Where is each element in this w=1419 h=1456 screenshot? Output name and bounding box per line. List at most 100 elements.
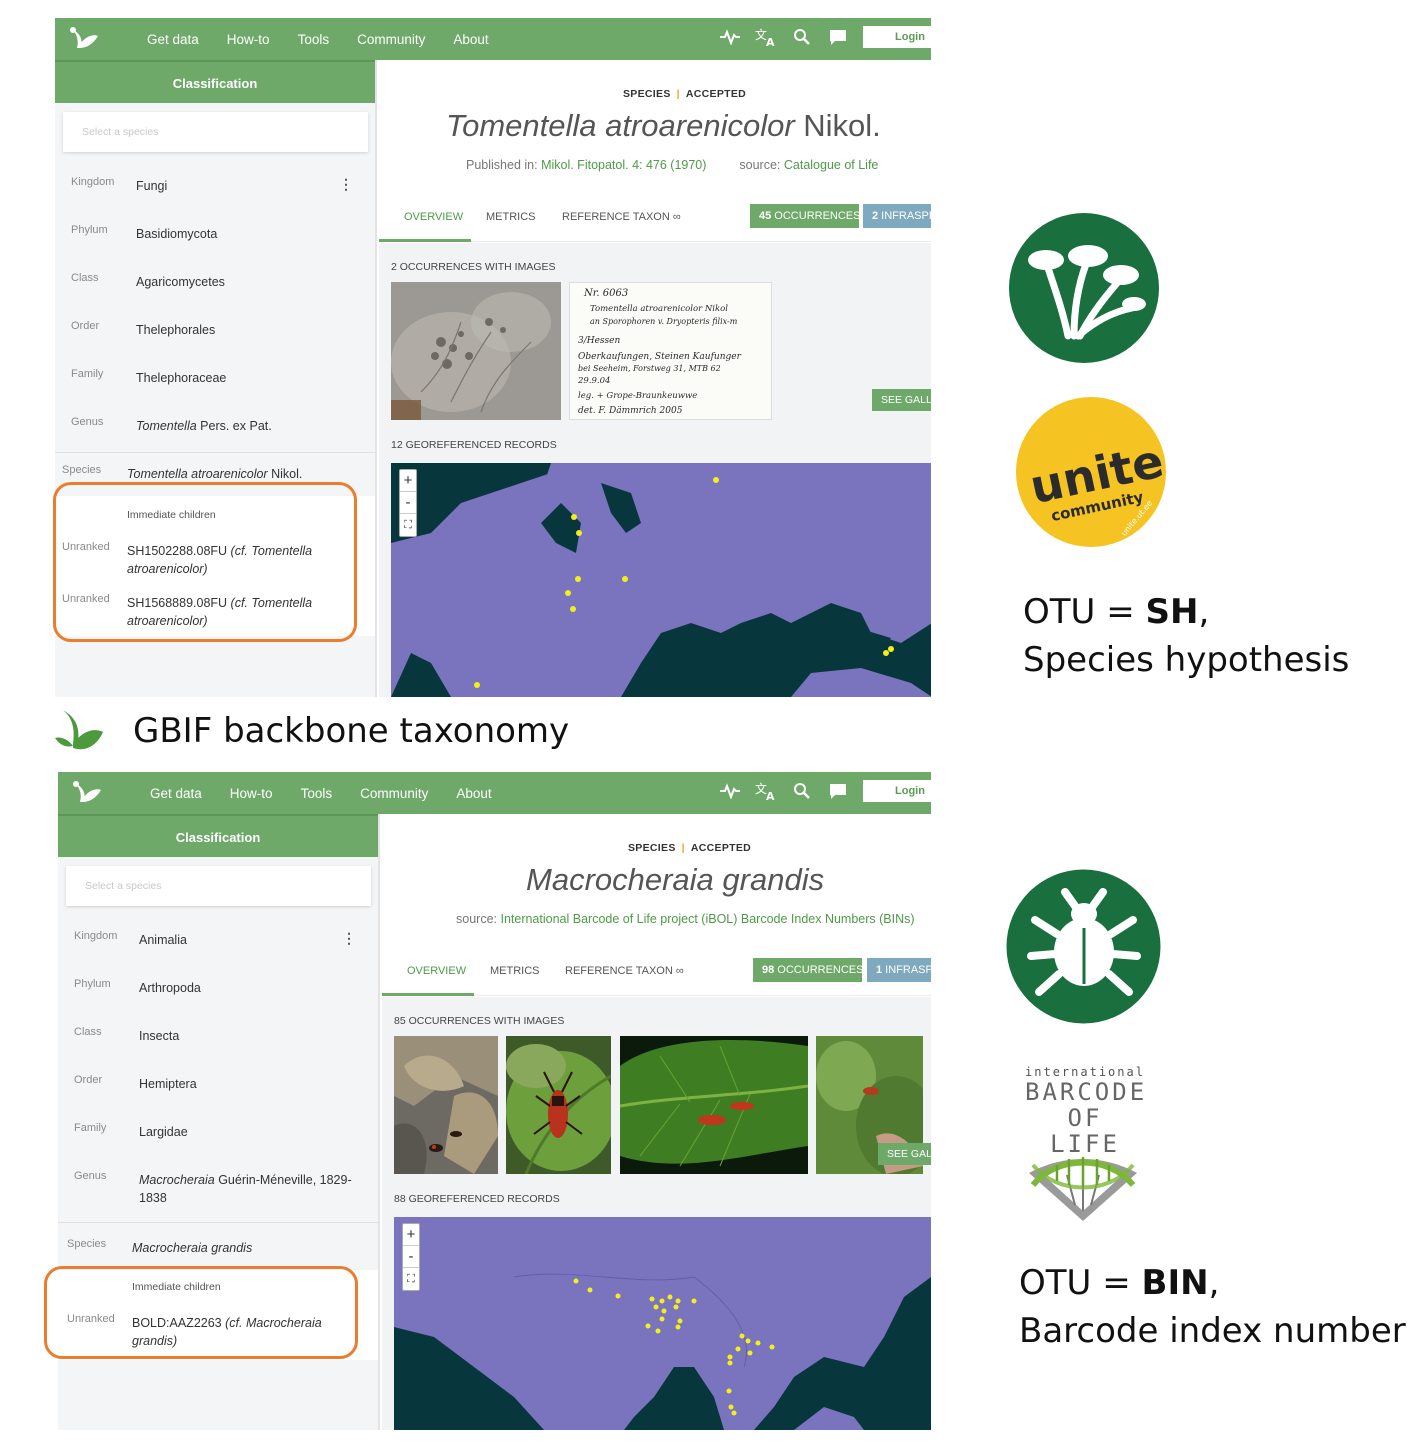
see-gallery-button[interactable]: SEE GALL [878, 1143, 931, 1165]
tab-metrics[interactable]: METRICS [486, 211, 536, 223]
nav-community[interactable]: Community [357, 32, 425, 47]
images-section-label: 2 OCCURRENCES WITH IMAGES [391, 261, 556, 273]
svg-text:Oberkaufungen, Steinen Kaufung: Oberkaufungen, Steinen Kaufunger [578, 352, 742, 362]
rank-label: Class [74, 1026, 102, 1038]
rank-value[interactable]: Agaricomycetes [136, 273, 366, 291]
infraspecies-button[interactable]: 1 INFRASP [867, 958, 931, 982]
unite-community-logo: unite community unite.ut.ee [1016, 397, 1167, 547]
gbif-navbar: Get data How-to Tools Community About 文A… [55, 18, 931, 60]
search-icon[interactable] [791, 780, 813, 802]
tab-reference-taxon[interactable]: REFERENCE TAXON ∞ [562, 211, 681, 223]
nav-get-data[interactable]: Get data [147, 32, 199, 47]
rank-value[interactable]: Arthropoda [139, 979, 369, 997]
species-search-input[interactable]: Select a species [63, 112, 368, 152]
species-main: SPECIES | ACCEPTED Macrocheraia grandis so… [382, 814, 931, 1430]
translate-icon[interactable]: 文A [755, 26, 777, 48]
rank-label: Kingdom [74, 930, 118, 942]
fullscreen-button[interactable]: ⛶ [400, 514, 416, 536]
more-options-icon[interactable]: ⋮ [342, 930, 356, 947]
activity-icon[interactable] [719, 780, 741, 802]
gbif-logo-icon[interactable] [68, 778, 102, 808]
rank-label: Class [71, 272, 99, 284]
nav-community[interactable]: Community [360, 786, 428, 801]
occurrence-image-1[interactable] [394, 1036, 498, 1174]
zoom-out-button[interactable]: - [400, 492, 416, 514]
svg-text:det. F. Dämmrich 2005: det. F. Dämmrich 2005 [578, 406, 683, 416]
source-link[interactable]: International Barcode of Life project (i… [500, 912, 914, 926]
species-title: Tomentella atroarenicolor Nikol. [446, 108, 881, 143]
activity-icon[interactable] [719, 26, 741, 48]
zoom-in-button[interactable]: + [400, 470, 416, 492]
gbif-navbar: Get data How-to Tools Community About 文A… [58, 772, 931, 814]
gbif-leaf-icon [55, 710, 103, 750]
search-icon[interactable] [791, 26, 813, 48]
fullscreen-button[interactable]: ⛶ [403, 1268, 419, 1290]
georeferenced-section-label: 12 GEOREFERENCED RECORDS [391, 439, 557, 451]
nav-how-to[interactable]: How-to [230, 786, 273, 801]
nav-about[interactable]: About [456, 786, 491, 801]
occurrence-image-2[interactable] [506, 1036, 611, 1174]
species-main: SPECIES | ACCEPTED Tomentella atroarenicol… [379, 60, 931, 697]
login-button[interactable]: Login [863, 780, 931, 802]
rank-value[interactable]: Macrocheraia grandis [132, 1239, 362, 1257]
nav-tools[interactable]: Tools [298, 32, 330, 47]
species-search-input[interactable]: Select a species [66, 866, 371, 906]
occurrence-map[interactable]: + - ⛶ [391, 463, 931, 697]
rank-value[interactable]: Insecta [139, 1027, 369, 1045]
rank-value[interactable]: Tomentella Pers. ex Pat. [136, 417, 366, 435]
insect-icon [1006, 869, 1161, 1024]
publication-link[interactable]: Mikol. Fitopatol. 4: 476 (1970) [541, 158, 706, 172]
zoom-in-button[interactable]: + [403, 1224, 419, 1246]
occurrences-button[interactable]: 45 OCCURRENCES [750, 204, 859, 228]
nav-get-data[interactable]: Get data [150, 786, 202, 801]
rank-value[interactable]: Tomentella atroarenicolor Nikol. [127, 465, 357, 483]
taxon-status: SPECIES | ACCEPTED [628, 842, 752, 854]
more-options-icon[interactable]: ⋮ [339, 176, 353, 193]
tab-reference-taxon[interactable]: REFERENCE TAXON ∞ [565, 965, 684, 977]
tab-metrics[interactable]: METRICS [490, 965, 540, 977]
classification-header: Classification [58, 814, 378, 857]
source-link[interactable]: Catalogue of Life [784, 158, 879, 172]
occurrence-image-specimen-label[interactable]: Nr. 6063 Tomentella atroarenicolor Nikol… [569, 282, 772, 420]
rank-label: Order [74, 1074, 103, 1086]
nav-how-to[interactable]: How-to [227, 32, 270, 47]
rank-value[interactable]: Thelephorales [136, 321, 366, 339]
georeferenced-section-label: 88 GEOREFERENCED RECORDS [394, 1193, 560, 1205]
nav-about[interactable]: About [453, 32, 488, 47]
rank-value[interactable]: Thelephoraceae [136, 369, 366, 387]
gbif-caption: GBIF backbone taxonomy [133, 711, 570, 751]
rank-label: Species [62, 464, 102, 476]
rank-value[interactable]: Hemiptera [139, 1075, 369, 1093]
rank-value[interactable]: Basidiomycota [136, 225, 366, 243]
rank-value[interactable]: Largidae [139, 1123, 369, 1141]
rank-value[interactable]: Macrocheraia Guérin-Méneville, 1829-1838 [139, 1171, 369, 1207]
infraspecies-button[interactable]: 2 INFRASPE [863, 204, 931, 228]
rank-value[interactable]: Fungi [136, 177, 366, 195]
translate-icon[interactable]: 文A [755, 780, 777, 802]
occurrences-button[interactable]: 98 OCCURRENCES [753, 958, 862, 982]
svg-text:29.9.04: 29.9.04 [577, 376, 610, 386]
chat-icon[interactable] [827, 780, 849, 802]
rank-value[interactable]: Animalia [139, 931, 369, 949]
occurrence-image-3[interactable] [620, 1036, 808, 1174]
images-section-label: 85 OCCURRENCES WITH IMAGES [394, 1015, 565, 1027]
login-button[interactable]: Login [863, 26, 931, 48]
species-tabs: OVERVIEW METRICS REFERENCE TAXON ∞ 98 OC… [382, 950, 931, 996]
zoom-out-button[interactable]: - [403, 1246, 419, 1268]
gbif-logo-icon[interactable] [65, 24, 99, 54]
map-zoom-controls: + - ⛶ [402, 1223, 420, 1291]
overview-content: 2 OCCURRENCES WITH IMAGES Nr. 6063 Tomen… [379, 243, 931, 697]
rank-label: Species [67, 1238, 107, 1250]
svg-text:leg. + Grope-Braunkeuwwe: leg. + Grope-Braunkeuwwe [578, 391, 697, 401]
see-gallery-button[interactable]: SEE GALLE [872, 389, 931, 411]
svg-text:A: A [766, 36, 775, 47]
nav-tools[interactable]: Tools [301, 786, 333, 801]
occurrence-map[interactable]: + - ⛶ [394, 1217, 931, 1430]
occurrence-image-microscope[interactable] [391, 282, 561, 420]
tab-overview[interactable]: OVERVIEW [404, 211, 463, 223]
tab-overview[interactable]: OVERVIEW [407, 965, 466, 977]
species-title: Macrocheraia grandis [526, 862, 825, 897]
overview-content: 85 OCCURRENCES WITH IMAGES SEE GAL 88 GE… [382, 997, 931, 1430]
chat-icon[interactable] [827, 26, 849, 48]
otu-bin-text: OTU = BIN, Barcode index number [1019, 1263, 1406, 1351]
